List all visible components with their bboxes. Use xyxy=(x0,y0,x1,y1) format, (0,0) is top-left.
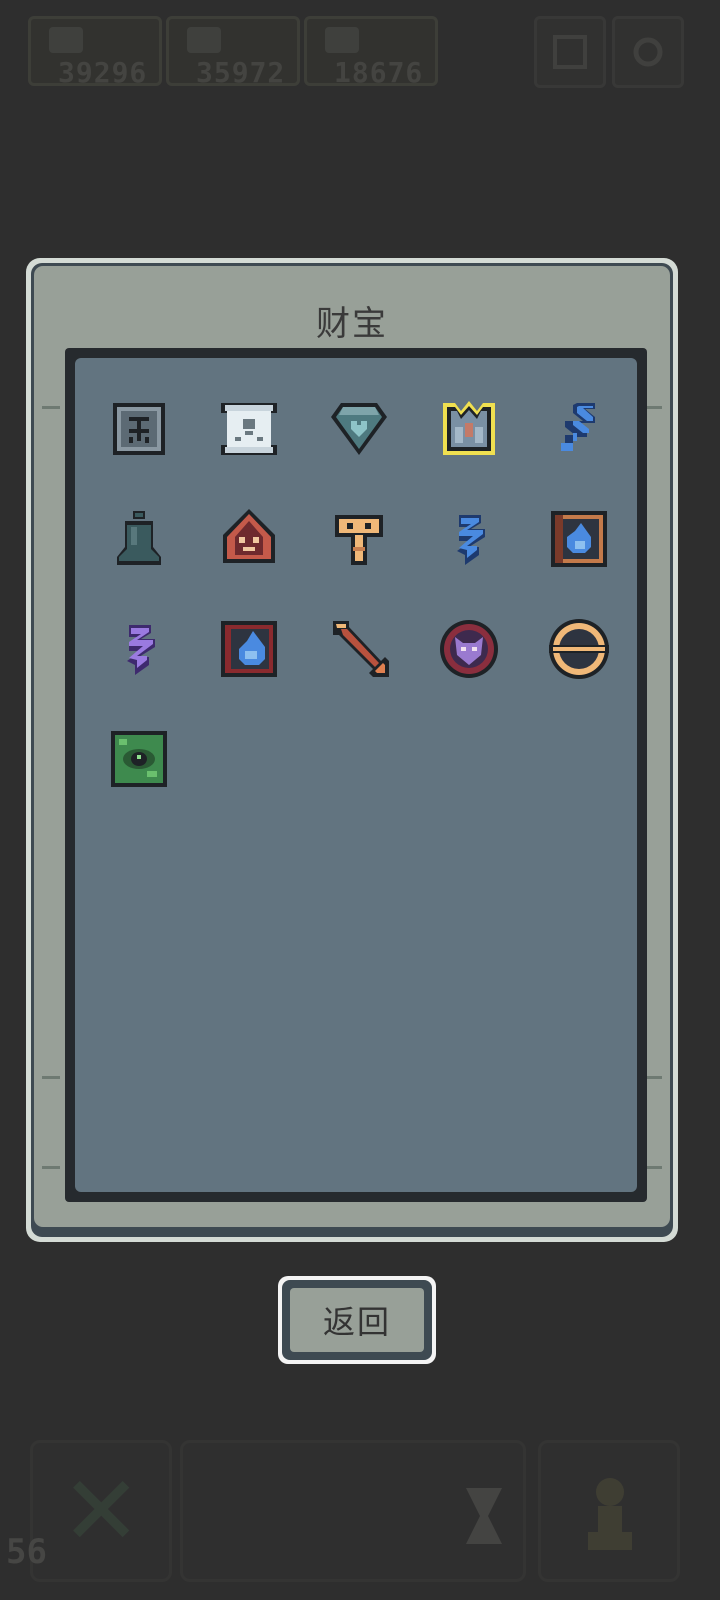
item-slot[interactable] xyxy=(327,617,391,681)
item-list-frame xyxy=(65,348,647,1202)
crossed-swords-icon: ✕ xyxy=(61,1455,142,1567)
return-button[interactable]: 返回 xyxy=(278,1276,436,1364)
item-grid xyxy=(75,358,637,1192)
heart-gem-icon xyxy=(331,403,387,455)
item-slot[interactable] xyxy=(327,507,391,571)
item-slot[interactable] xyxy=(217,397,281,461)
treasure-panel: 财宝 xyxy=(26,258,678,1242)
crystal-icon xyxy=(325,27,359,53)
attack-button: ✕ xyxy=(30,1440,172,1582)
feather-icon xyxy=(49,27,83,53)
demon-orb-icon xyxy=(440,620,498,678)
item-slot[interactable] xyxy=(437,507,501,571)
item-slot[interactable] xyxy=(547,507,611,571)
hourglass-icon xyxy=(466,1488,502,1544)
crystal-crown-icon xyxy=(443,401,495,455)
blue-flame-card-icon xyxy=(221,621,277,677)
blue-flame-tome-icon xyxy=(551,511,607,567)
return-button-label: 返回 xyxy=(322,1303,391,1341)
resource-crystal-value: 18676 xyxy=(334,56,424,89)
rune-tablet-icon xyxy=(113,403,165,455)
blue-wind-icon xyxy=(561,403,595,451)
crimson-mask-icon xyxy=(223,509,275,563)
pawn-icon xyxy=(588,1478,632,1550)
grid-button xyxy=(534,16,606,88)
purple-lightning-icon xyxy=(127,625,155,675)
golden-key-icon xyxy=(335,515,383,565)
golden-ring-icon xyxy=(549,619,609,679)
item-slot[interactable] xyxy=(107,727,171,791)
item-slot[interactable] xyxy=(217,507,281,571)
panel-title: 财宝 xyxy=(316,304,388,344)
grid-icon xyxy=(553,35,587,69)
item-slot[interactable] xyxy=(107,617,171,681)
item-slot-selected[interactable] xyxy=(437,397,501,461)
item-slot[interactable] xyxy=(217,617,281,681)
settings-icon xyxy=(633,37,663,67)
skull-scroll-icon xyxy=(221,403,277,455)
item-slot[interactable] xyxy=(437,617,501,681)
bottom-count: 56 xyxy=(6,1532,47,1572)
item-slot[interactable] xyxy=(547,617,611,681)
jade-eye-icon xyxy=(111,731,167,787)
resource-feather-value: 39296 xyxy=(58,56,148,89)
item-slot[interactable] xyxy=(107,507,171,571)
pickaxe-icon xyxy=(187,27,221,53)
copper-arrow-icon xyxy=(333,621,389,677)
blue-lightning-icon xyxy=(457,515,485,565)
iron-bell-icon xyxy=(117,511,161,565)
resource-pickaxe-value: 35972 xyxy=(196,56,286,89)
settings-button xyxy=(612,16,684,88)
item-slot[interactable] xyxy=(547,397,611,461)
item-slot[interactable] xyxy=(107,397,171,461)
item-slot[interactable] xyxy=(327,397,391,461)
